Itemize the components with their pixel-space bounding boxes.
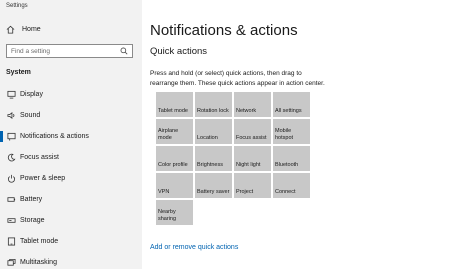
tile-label: Tablet mode — [158, 107, 188, 114]
active-indicator — [0, 131, 3, 142]
tile-label: Airplane mode — [158, 128, 179, 141]
sidebar-item-multitasking[interactable]: Multitasking — [0, 252, 142, 273]
quick-action-tile[interactable]: Mobile hotspot — [273, 119, 310, 144]
sidebar-item-display[interactable]: Display — [0, 84, 142, 105]
tile-label: All settings — [275, 107, 302, 114]
sidebar-item-label: Notifications & actions — [20, 133, 89, 140]
tile-label: Rotation lock — [197, 107, 229, 114]
sidebar-item-label: Multitasking — [20, 259, 57, 266]
tile-label: Color profile — [158, 161, 188, 168]
sidebar-nav: Display Sound Notifications & actions Fo… — [0, 84, 142, 273]
sidebar-item-notifications-actions[interactable]: Notifications & actions — [0, 126, 142, 147]
sidebar-item-label: Power & sleep — [20, 175, 66, 182]
sidebar: Settings Home Find a setting System Disp… — [0, 0, 142, 269]
quick-action-tile[interactable]: Color profile — [156, 146, 193, 171]
power-icon — [6, 174, 16, 184]
quick-action-tile[interactable]: VPN — [156, 173, 193, 198]
display-icon — [6, 90, 16, 100]
sidebar-item-label: Storage — [20, 217, 45, 224]
sidebar-item-sound[interactable]: Sound — [0, 105, 142, 126]
sidebar-item-label: Display — [20, 91, 43, 98]
sidebar-item-focus-assist[interactable]: Focus assist — [0, 147, 142, 168]
sidebar-item-battery[interactable]: Battery — [0, 189, 142, 210]
sidebar-item-label: Focus assist — [20, 154, 59, 161]
sidebar-item-power-sleep[interactable]: Power & sleep — [0, 168, 142, 189]
quick-action-tile[interactable]: Focus assist — [234, 119, 271, 144]
section-label: System — [6, 69, 31, 76]
section-heading: Quick actions — [150, 46, 208, 57]
quick-action-tile[interactable]: Airplane mode — [156, 119, 193, 144]
moon-icon — [6, 153, 16, 163]
home-icon — [6, 25, 16, 34]
quick-action-tile[interactable]: Nearby sharing — [156, 200, 193, 225]
tile-label: Connect — [275, 188, 296, 195]
tablet-icon — [6, 237, 16, 247]
search-icon[interactable] — [120, 47, 128, 55]
sidebar-item-label: Tablet mode — [20, 238, 59, 245]
quick-action-tile[interactable]: Rotation lock — [195, 92, 232, 117]
tile-label: VPN — [158, 188, 170, 195]
main-content: Notifications & actions Quick actions Pr… — [142, 0, 474, 269]
quick-action-tile[interactable]: Project — [234, 173, 271, 198]
quick-actions-grid: Tablet mode Rotation lock Network All se… — [156, 92, 310, 225]
quick-action-tile[interactable]: Location — [195, 119, 232, 144]
window-title: Settings — [6, 3, 28, 9]
quick-action-tile[interactable]: Battery saver — [195, 173, 232, 198]
sidebar-item-label: Battery — [20, 196, 43, 203]
tile-label: Night light — [236, 161, 261, 168]
page-title: Notifications & actions — [150, 22, 298, 39]
tile-label: Battery saver — [197, 188, 230, 195]
quick-action-tile[interactable]: Night light — [234, 146, 271, 171]
tile-label: Network — [236, 107, 257, 114]
battery-icon — [6, 195, 16, 205]
home-label: Home — [22, 26, 41, 33]
storage-icon — [6, 216, 16, 226]
notification-icon — [6, 132, 16, 142]
search-placeholder: Find a setting — [11, 47, 51, 55]
tile-label: Focus assist — [236, 134, 267, 141]
quick-action-tile[interactable]: All settings — [273, 92, 310, 117]
quick-action-tile[interactable]: Bluetooth — [273, 146, 310, 171]
tile-label: Bluetooth — [275, 161, 299, 168]
sidebar-item-storage[interactable]: Storage — [0, 210, 142, 231]
multitasking-icon — [6, 258, 16, 268]
add-remove-quick-actions-link[interactable]: Add or remove quick actions — [150, 244, 238, 251]
quick-action-tile[interactable]: Brightness — [195, 146, 232, 171]
tile-label: Nearby sharing — [158, 209, 177, 222]
quick-action-tile[interactable]: Network — [234, 92, 271, 117]
search-input[interactable]: Find a setting — [6, 44, 133, 58]
home-nav-item[interactable]: Home — [6, 25, 41, 34]
speaker-icon — [6, 111, 16, 121]
quick-actions-description: Press and hold (or select) quick actions… — [150, 70, 325, 87]
tile-label: Location — [197, 134, 218, 141]
sidebar-item-tablet-mode[interactable]: Tablet mode — [0, 231, 142, 252]
quick-action-tile[interactable]: Tablet mode — [156, 92, 193, 117]
tile-label: Mobile hotspot — [275, 128, 294, 141]
tile-label: Project — [236, 188, 254, 195]
tile-label: Brightness — [197, 161, 223, 168]
quick-action-tile[interactable]: Connect — [273, 173, 310, 198]
sidebar-item-label: Sound — [20, 112, 41, 119]
